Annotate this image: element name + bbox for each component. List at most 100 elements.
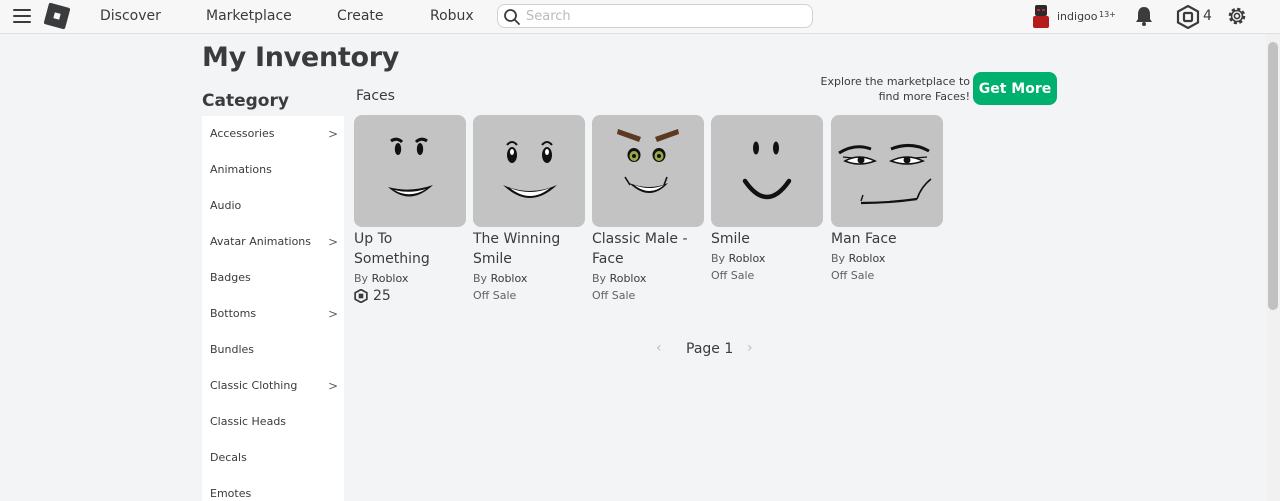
item-creator: By Roblox bbox=[592, 272, 704, 285]
nav-link-marketplace[interactable]: Marketplace bbox=[206, 8, 292, 24]
chevron-right-icon: > bbox=[327, 235, 338, 249]
category-item-classic-clothing[interactable]: Classic Clothing > bbox=[202, 368, 344, 404]
category-item-classic-heads[interactable]: Classic Heads bbox=[202, 404, 344, 440]
category-label: Bundles bbox=[210, 343, 255, 356]
get-more-button[interactable]: Get More bbox=[973, 72, 1057, 105]
up-to-something-face-icon bbox=[388, 137, 433, 197]
explore-text-line: Explore the marketplace to bbox=[820, 75, 971, 88]
category-item-avatar-animations[interactable]: Avatar Animations > bbox=[202, 224, 344, 260]
category-label: Bottoms bbox=[210, 307, 257, 320]
category-label: Decals bbox=[210, 451, 247, 464]
by-label: By bbox=[711, 252, 729, 265]
category-label: Accessories bbox=[210, 127, 275, 140]
nav-link-create[interactable]: Create bbox=[337, 8, 384, 24]
item-name-line: Face bbox=[592, 251, 624, 267]
explore-text-line: find more Faces! bbox=[878, 90, 970, 103]
top-navigation-bar: Discover Marketplace Create Robux indigo… bbox=[0, 0, 1280, 34]
robux-icon[interactable] bbox=[1176, 5, 1200, 29]
category-label: Classic Heads bbox=[210, 415, 287, 428]
by-label: By bbox=[592, 272, 610, 285]
man-face-icon bbox=[838, 144, 932, 205]
page-scrollbar[interactable] bbox=[1266, 34, 1280, 501]
item-name[interactable]: Up To Something bbox=[354, 229, 466, 269]
category-label: Avatar Animations bbox=[210, 235, 312, 248]
username-label[interactable]: indigoo bbox=[1057, 10, 1098, 23]
category-item-emotes[interactable]: Emotes bbox=[202, 476, 344, 501]
category-item-accessories[interactable]: Accessories > bbox=[202, 116, 344, 152]
item-thumbnail[interactable] bbox=[354, 115, 466, 227]
chevron-right-icon[interactable]: › bbox=[747, 340, 753, 356]
chevron-right-icon: > bbox=[327, 127, 338, 141]
price-value: 25 bbox=[373, 288, 391, 304]
section-title: Faces bbox=[356, 88, 395, 104]
item-name-line: Smile bbox=[711, 231, 750, 247]
item-card-smile[interactable]: Smile By Roblox Off Sale bbox=[711, 115, 823, 282]
winning-smile-face-icon bbox=[503, 141, 557, 198]
by-label: By bbox=[831, 252, 849, 265]
item-name[interactable]: The Winning Smile bbox=[473, 229, 585, 269]
category-item-badges[interactable]: Badges bbox=[202, 260, 344, 296]
search-box[interactable] bbox=[497, 4, 813, 28]
category-item-decals[interactable]: Decals bbox=[202, 440, 344, 476]
item-card-classic-male-face[interactable]: Classic Male - Face By Roblox Off Sale bbox=[592, 115, 704, 302]
item-card-up-to-something[interactable]: Up To Something By Roblox 25 bbox=[354, 115, 466, 304]
item-card-the-winning-smile[interactable]: The Winning Smile By Roblox Off Sale bbox=[473, 115, 585, 302]
item-name[interactable]: Man Face bbox=[831, 229, 943, 249]
item-thumbnail[interactable] bbox=[831, 115, 943, 227]
category-label: Classic Clothing bbox=[210, 379, 298, 392]
item-creator: By Roblox bbox=[473, 272, 585, 285]
search-input[interactable] bbox=[526, 7, 806, 25]
item-price: Off Sale bbox=[473, 289, 517, 302]
chevron-right-icon: > bbox=[327, 379, 338, 393]
item-price: Off Sale bbox=[831, 269, 875, 282]
item-thumbnail[interactable] bbox=[592, 115, 704, 227]
category-item-bottoms[interactable]: Bottoms > bbox=[202, 296, 344, 332]
item-name-line: Something bbox=[354, 251, 430, 267]
scrollbar-thumb[interactable] bbox=[1268, 42, 1278, 310]
category-label: Audio bbox=[210, 199, 242, 212]
search-icon bbox=[504, 9, 520, 25]
item-card-man-face[interactable]: Man Face By Roblox Off Sale bbox=[831, 115, 943, 282]
item-name-line: Up To bbox=[354, 231, 393, 247]
creator-link[interactable]: Roblox bbox=[729, 252, 766, 265]
item-price: Off Sale bbox=[711, 269, 755, 282]
age-badge: 13+ bbox=[1099, 10, 1116, 19]
category-item-bundles[interactable]: Bundles bbox=[202, 332, 344, 368]
item-name-line: Man Face bbox=[831, 231, 897, 247]
category-label: Emotes bbox=[210, 487, 252, 500]
nav-link-discover[interactable]: Discover bbox=[100, 8, 161, 24]
page-label: Page 1 bbox=[686, 341, 734, 357]
pagination: ‹ Page 1 › bbox=[656, 340, 760, 360]
category-item-audio[interactable]: Audio bbox=[202, 188, 344, 224]
creator-link[interactable]: Roblox bbox=[491, 272, 528, 285]
creator-link[interactable]: Roblox bbox=[372, 272, 409, 285]
settings-gear-icon[interactable] bbox=[1226, 5, 1248, 27]
item-name-line: The Winning bbox=[473, 231, 561, 247]
user-avatar-icon[interactable] bbox=[1030, 4, 1052, 28]
robux-icon bbox=[354, 289, 368, 303]
creator-link[interactable]: Roblox bbox=[610, 272, 647, 285]
smile-face-icon bbox=[742, 141, 792, 200]
hamburger-menu-icon[interactable] bbox=[13, 9, 31, 23]
chevron-left-icon[interactable]: ‹ bbox=[656, 340, 662, 356]
category-label: Badges bbox=[210, 271, 251, 284]
item-name[interactable]: Classic Male - Face bbox=[592, 229, 704, 269]
notification-bell-icon[interactable] bbox=[1133, 5, 1155, 27]
creator-link[interactable]: Roblox bbox=[849, 252, 886, 265]
robux-balance[interactable]: 4 bbox=[1203, 8, 1212, 24]
item-creator: By Roblox bbox=[831, 252, 943, 265]
category-list: Accessories > Animations Audio Avatar Ani… bbox=[202, 116, 344, 501]
category-item-animations[interactable]: Animations bbox=[202, 152, 344, 188]
item-thumbnail[interactable] bbox=[711, 115, 823, 227]
category-label: Animations bbox=[210, 163, 272, 176]
by-label: By bbox=[354, 272, 372, 285]
chevron-right-icon: > bbox=[327, 307, 338, 321]
explore-marketplace-text: Explore the marketplace to find more Fac… bbox=[818, 74, 971, 104]
item-price: Off Sale bbox=[592, 289, 636, 302]
item-creator: By Roblox bbox=[711, 252, 823, 265]
classic-male-face-icon bbox=[617, 129, 679, 193]
item-thumbnail[interactable] bbox=[473, 115, 585, 227]
item-name[interactable]: Smile bbox=[711, 229, 823, 249]
roblox-logo-icon[interactable] bbox=[43, 2, 71, 30]
nav-link-robux[interactable]: Robux bbox=[430, 8, 474, 24]
